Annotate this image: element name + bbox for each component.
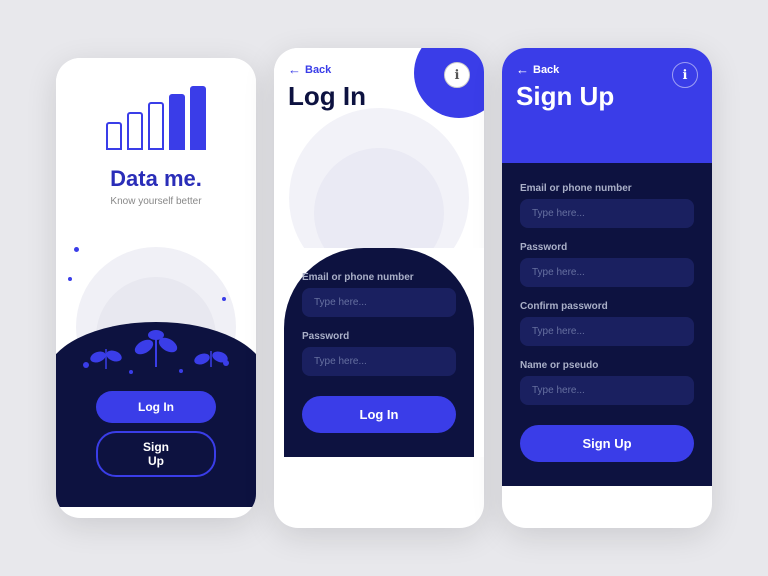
- email-input-login[interactable]: [302, 288, 456, 317]
- name-label: Name or pseudo: [520, 360, 694, 371]
- back-label-signup: Back: [533, 64, 559, 76]
- card-landing: Data me. Know yourself better: [56, 58, 256, 518]
- info-button-signup[interactable]: ℹ: [672, 62, 698, 88]
- bar-5: [190, 86, 206, 150]
- password-label-signup: Password: [520, 242, 694, 253]
- back-link-signup[interactable]: ← Back: [516, 62, 698, 77]
- password-label-login: Password: [302, 331, 456, 342]
- signup-top-blue: ← Back Sign Up ℹ: [502, 48, 712, 163]
- bar-chart: [106, 86, 206, 150]
- email-label-login: Email or phone number: [302, 272, 456, 283]
- bar-1: [106, 122, 122, 150]
- signup-submit-button[interactable]: Sign Up: [520, 425, 694, 462]
- email-input-signup[interactable]: [520, 199, 694, 228]
- info-icon-signup: ℹ: [683, 67, 688, 83]
- brand-title: Data me.: [110, 166, 202, 192]
- password-input-login[interactable]: [302, 347, 456, 376]
- email-label-signup: Email or phone number: [520, 183, 694, 194]
- bar-3: [148, 102, 164, 150]
- card-login: ← Back Log In ℹ Email or phone number Pa…: [274, 48, 484, 528]
- back-arrow-icon-signup: ←: [516, 62, 529, 77]
- login-button[interactable]: Log In: [96, 391, 216, 423]
- login-dark-arch: Email or phone number Password Log In: [284, 248, 474, 457]
- card-signup: ← Back Sign Up ℹ Email or phone number P…: [502, 48, 712, 528]
- login-top-white: ← Back Log In ℹ: [274, 48, 484, 248]
- name-input[interactable]: [520, 376, 694, 405]
- bar-4: [169, 94, 185, 150]
- screens-container: Data me. Know yourself better: [36, 28, 732, 548]
- bar-2: [127, 112, 143, 150]
- brand-tagline: Know yourself better: [110, 196, 201, 207]
- info-button-login[interactable]: ℹ: [444, 62, 470, 88]
- signup-title: Sign Up: [516, 81, 698, 112]
- decorative-area: [56, 217, 256, 377]
- signup-button[interactable]: Sign Up: [96, 431, 216, 477]
- bottom-area: Log In Sign Up: [56, 377, 256, 507]
- top-area: Data me. Know yourself better: [56, 58, 256, 217]
- info-icon-login: ℹ: [455, 67, 460, 83]
- password-input-signup[interactable]: [520, 258, 694, 287]
- back-arrow-icon: ←: [288, 62, 301, 77]
- signup-dark-area: Email or phone number Password Confirm p…: [502, 163, 712, 486]
- confirm-password-label: Confirm password: [520, 301, 694, 312]
- login-submit-button[interactable]: Log In: [302, 396, 456, 433]
- confirm-password-input[interactable]: [520, 317, 694, 346]
- dot-1: [74, 247, 79, 252]
- back-label-login: Back: [305, 64, 331, 76]
- plant-illustration: [56, 277, 256, 377]
